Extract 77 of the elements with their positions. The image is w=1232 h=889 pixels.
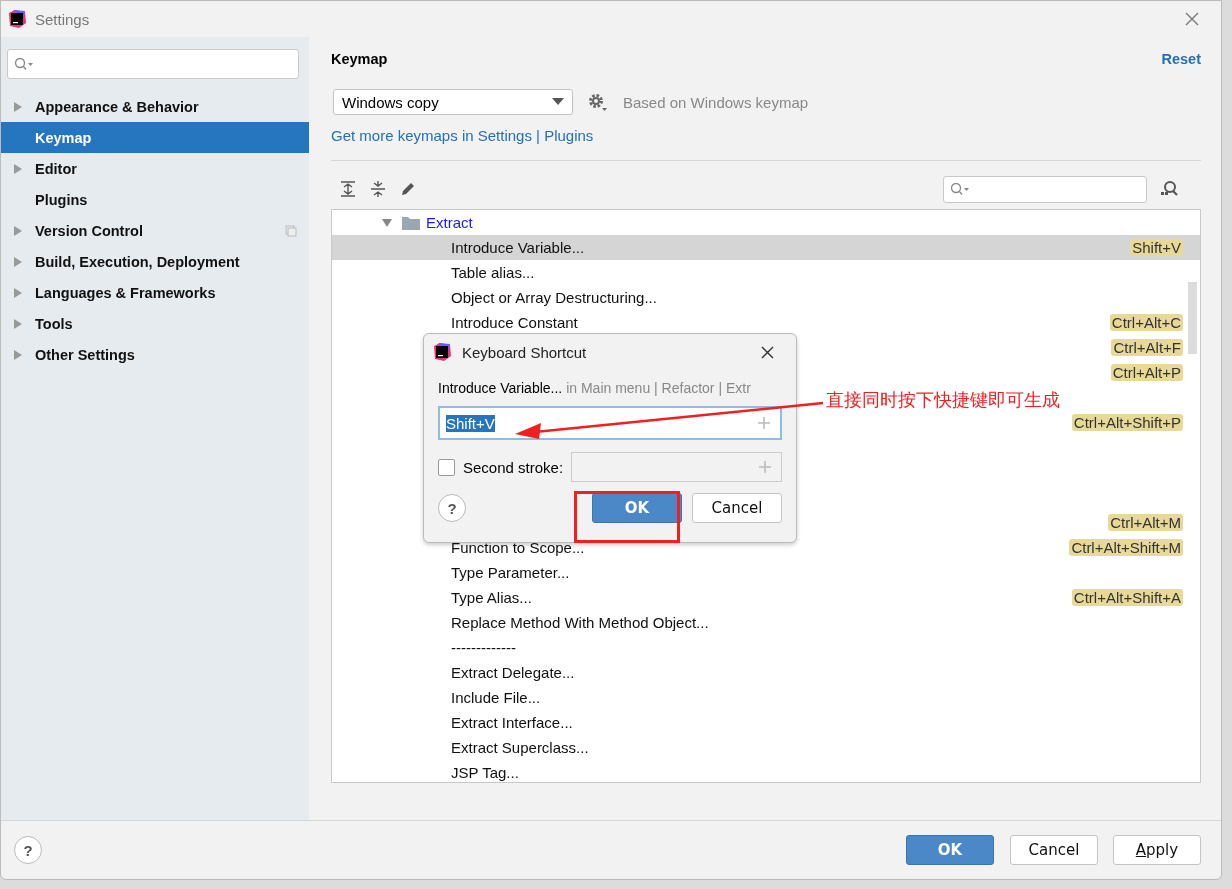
shortcut-badge: Ctrl+Alt+Shift+M (1069, 539, 1183, 556)
action-name[interactable]: JSP Tag... (451, 764, 519, 781)
settings-icon[interactable] (587, 92, 609, 112)
action-name[interactable]: Table alias... (451, 264, 535, 281)
shortcut-badge: Ctrl+Alt+C (1109, 314, 1183, 331)
expand-arrow-icon[interactable] (13, 162, 23, 175)
window-title: Settings (35, 10, 90, 28)
expand-all-icon[interactable] (339, 180, 357, 198)
sidebar-item[interactable]: Version Control (1, 215, 309, 246)
plus-icon (759, 461, 771, 473)
action-name[interactable]: Extract Delegate... (451, 664, 575, 681)
based-on-label: Based on Windows keymap (623, 93, 809, 111)
pencil-icon[interactable] (399, 180, 417, 198)
sidebar-item[interactable]: Appearance & Behavior (1, 91, 309, 122)
search-icon (14, 57, 34, 71)
action-name[interactable]: Function to Scope... (451, 539, 585, 556)
shortcut-search-field[interactable] (943, 175, 1147, 203)
second-stroke-label: Second stroke: (463, 458, 564, 476)
keymap-dropdown[interactable]: Windows copy (333, 89, 573, 115)
app-logo-icon (7, 9, 27, 29)
checkbox[interactable] (438, 458, 455, 476)
help-button[interactable]: ? (14, 836, 42, 864)
action-name[interactable]: Introduce Constant (451, 314, 578, 331)
search-field[interactable] (7, 49, 299, 79)
action-label: Introduce Variable... (438, 380, 563, 396)
shortcut-badge: Ctrl+Alt+M (1108, 514, 1183, 531)
action-name[interactable]: Include File... (451, 689, 541, 706)
shortcut-badge: Ctrl+Alt+Shift+A (1071, 589, 1183, 606)
cancel-button[interactable]: Cancel (1010, 835, 1098, 865)
shortcut-field[interactable]: Shift+V (438, 406, 782, 440)
sidebar-item[interactable]: Build, Execution, Deployment (1, 246, 309, 277)
reset-link[interactable]: Reset (1161, 51, 1201, 67)
action-name[interactable]: Introduce Variable... (451, 239, 585, 256)
cancel-button[interactable]: Cancel (692, 493, 782, 523)
sidebar-item[interactable]: Other Settings (1, 339, 309, 370)
apply-button[interactable]: Apply (1113, 835, 1201, 865)
expand-arrow-icon[interactable] (13, 348, 23, 361)
action-name[interactable]: Object or Array Destructuring... (451, 289, 657, 306)
shortcut-badge: Ctrl+Alt+P (1110, 364, 1183, 381)
shortcut-badge: Ctrl+Alt+F (1111, 339, 1183, 356)
dropdown-arrow-icon (552, 98, 564, 106)
action-name[interactable]: Extract Superclass... (451, 739, 589, 756)
expand-arrow-icon[interactable] (13, 317, 23, 330)
action-name[interactable]: Replace Method With Method Object... (451, 614, 709, 631)
collapse-all-icon[interactable] (369, 180, 387, 198)
ok-button[interactable]: OK (592, 493, 682, 523)
plugins-link[interactable]: Get more keymaps in Settings | Plugins (331, 127, 1201, 144)
collapse-arrow-icon[interactable] (382, 217, 392, 228)
annotation-text: 直接同时按下快捷键即可生成 (826, 389, 1060, 412)
app-logo-icon (432, 342, 452, 362)
expand-arrow-icon[interactable] (13, 100, 23, 113)
scrollbar[interactable] (1188, 282, 1197, 354)
sidebar-item[interactable]: Plugins (1, 184, 309, 215)
action-name[interactable]: ------------- (451, 639, 516, 656)
close-icon[interactable] (761, 345, 774, 359)
ok-button[interactable]: OK (906, 835, 994, 865)
action-name[interactable]: Extract Interface... (451, 714, 573, 731)
dialog-title: Keyboard Shortcut (462, 343, 587, 361)
shortcut-badge: Ctrl+Alt+Shift+P (1071, 414, 1183, 431)
expand-arrow-icon[interactable] (13, 224, 23, 237)
action-name[interactable]: Type Parameter... (451, 564, 570, 581)
sidebar-item[interactable]: Editor (1, 153, 309, 184)
tree-folder[interactable]: Extract (426, 214, 473, 231)
help-button[interactable]: ? (438, 494, 466, 522)
menu-path: in Main menu | Refactor | Extr (565, 380, 751, 396)
expand-arrow-icon[interactable] (13, 255, 23, 268)
plus-icon (758, 417, 770, 429)
folder-icon (402, 215, 420, 230)
sidebar-item[interactable]: Keymap (1, 122, 309, 153)
second-stroke-field[interactable] (571, 452, 782, 482)
action-name[interactable]: Type Alias... (451, 589, 532, 606)
page-title: Keymap (331, 51, 388, 67)
shortcut-badge: Shift+V (1130, 239, 1183, 256)
sidebar-item[interactable]: Languages & Frameworks (1, 277, 309, 308)
expand-arrow-icon[interactable] (13, 286, 23, 299)
search-icon (950, 182, 970, 196)
sidebar-item[interactable]: Tools (1, 308, 309, 339)
